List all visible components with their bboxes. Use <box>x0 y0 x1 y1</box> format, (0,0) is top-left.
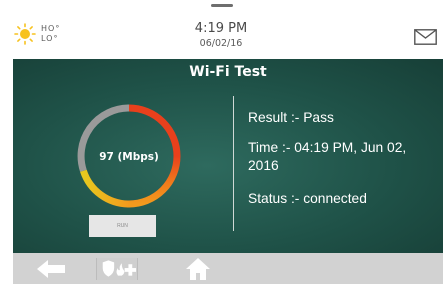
temperature-readout: HO° LO° <box>41 24 60 44</box>
clock-time: 4:19 PM <box>194 21 248 36</box>
pull-down-handle[interactable] <box>211 4 233 7</box>
gauge-arc-lower <box>80 169 130 208</box>
gauge-arc-right <box>128 155 181 208</box>
weather-widget[interactable]: HO° LO° <box>14 23 104 51</box>
status-bar: HO° LO° 4:19 PM 06/02/16 <box>0 0 443 59</box>
envelope-icon[interactable] <box>414 29 437 45</box>
sun-icon <box>14 23 36 45</box>
result-text: Result :- Pass <box>248 110 334 125</box>
speed-gauge: 97 (Mbps) <box>77 104 181 208</box>
home-icon[interactable] <box>185 257 211 281</box>
back-arrow-icon[interactable] <box>37 260 65 278</box>
bottom-nav-bar <box>13 253 443 284</box>
clock: 4:19 PM 06/02/16 <box>171 21 271 50</box>
speed-label: 97 (Mbps) <box>99 151 159 163</box>
wifi-test-panel: Wi-Fi Test 97 (Mbps) RUN Result:- Pass … <box>13 59 443 253</box>
status-text: Status :- connected <box>248 191 367 206</box>
panel-divider <box>233 96 234 231</box>
shield-fire-medical-icon[interactable] <box>96 258 138 280</box>
low-temp: LO° <box>41 34 59 43</box>
clock-date: 06/02/16 <box>199 38 243 49</box>
run-button[interactable]: RUN <box>89 215 156 237</box>
high-temp: HO° <box>41 24 61 33</box>
page-title: Wi-Fi Test <box>189 64 267 80</box>
gauge-arc-upper <box>128 104 181 157</box>
touchscreen-frame: HO° LO° 4:19 PM 06/02/16 Wi-Fi Test 97 (… <box>0 0 443 284</box>
time-text: Time :- 04:19 PM, Jun 02, 2016 <box>248 140 407 173</box>
